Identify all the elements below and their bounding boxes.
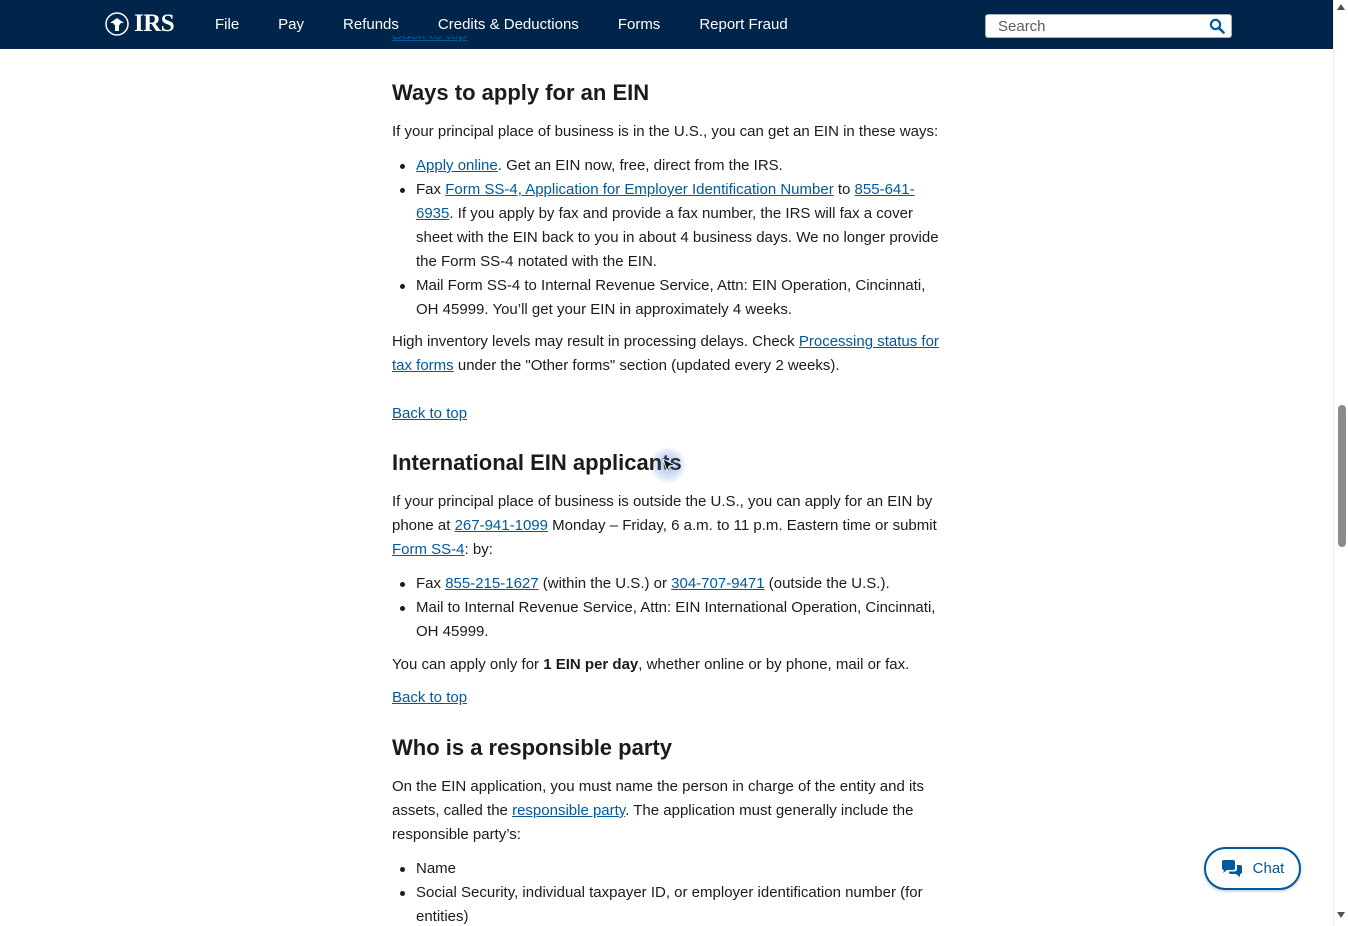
search-input[interactable] (986, 15, 1206, 37)
international-list: Fax 855-215-1627 (within the U.S.) or 30… (392, 572, 940, 644)
international-intro: If your principal place of business is o… (392, 490, 940, 562)
limit-text: You can apply only for (392, 656, 544, 673)
ways-intro: If your principal place of business is i… (392, 123, 939, 140)
main-nav: File Pay Refunds Credits & Deductions Fo… (215, 0, 827, 49)
heading-ways-to-apply: Ways to apply for an EIN (392, 80, 650, 105)
scroll-thumb[interactable] (1338, 405, 1346, 547)
eagle-icon (105, 12, 129, 36)
heading-responsible-party: Who is a responsible party (392, 735, 672, 760)
list-item: Mail Form SS-4 to Internal Revenue Servi… (392, 274, 940, 322)
delay-text: High inventory levels may result in proc… (392, 333, 799, 350)
form-ss4-link-international[interactable]: Form SS-4 (392, 541, 465, 558)
limit-text: , whether online or by phone, mail or fa… (638, 656, 910, 673)
nav-pay[interactable]: Pay (278, 16, 304, 33)
list-item-text: . If you apply by fax and provide a fax … (416, 205, 939, 270)
delay-text: under the "Other forms" section (updated… (453, 357, 840, 374)
scroll-down-arrow-icon[interactable] (1337, 912, 1345, 918)
nav-forms[interactable]: Forms (618, 16, 661, 33)
back-to-top-link[interactable]: Back to top (392, 686, 467, 710)
list-item: Name (392, 857, 940, 881)
responsible-party-link[interactable]: responsible party (512, 802, 625, 819)
chat-button[interactable]: Chat (1204, 847, 1301, 890)
nav-refunds[interactable]: Refunds (343, 16, 399, 33)
search-box (985, 14, 1232, 38)
logo-text: IRS (134, 10, 175, 37)
heading-international-applicants: International EIN applicants (392, 450, 682, 475)
apply-online-link[interactable]: Apply online (416, 157, 498, 174)
list-item-text: . Get an EIN now, free, direct from the … (497, 157, 783, 174)
list-item-text: Mail to Internal Revenue Service, Attn: … (416, 599, 936, 640)
mouse-cursor-icon (662, 458, 676, 472)
page-scrollbar[interactable] (1333, 0, 1348, 926)
scroll-up-arrow-icon[interactable] (1337, 4, 1345, 10)
search-icon[interactable] (1209, 18, 1225, 34)
ways-list: Apply online. Get an EIN now, free, dire… (392, 154, 940, 322)
list-item: Fax Form SS-4, Application for Employer … (392, 178, 940, 274)
list-item: Mail to Internal Revenue Service, Attn: … (392, 596, 940, 644)
list-item-text: to (833, 181, 855, 198)
list-item-text: (within the U.S.) or (538, 575, 672, 592)
list-item-text: Mail Form SS-4 to Internal Revenue Servi… (416, 277, 926, 318)
responsible-list: Name Social Security, individual taxpaye… (392, 857, 940, 926)
nav-credits-deductions[interactable]: Credits & Deductions (438, 16, 579, 33)
irs-logo[interactable]: IRS (104, 10, 175, 38)
responsible-intro: On the EIN application, you must name th… (392, 775, 940, 847)
limit-bold-text: 1 EIN per day (543, 656, 639, 673)
fax-international-link[interactable]: 304-707-9471 (671, 575, 764, 592)
list-item: Apply online. Get an EIN now, free, dire… (392, 154, 940, 178)
form-ss4-link[interactable]: Form SS-4, Application for Employer Iden… (445, 181, 834, 198)
ein-limit-note: You can apply only for 1 EIN per day, wh… (392, 653, 940, 677)
chat-label: Chat (1252, 860, 1285, 877)
chat-bubbles-icon (1221, 859, 1242, 877)
site-header: IRS File Pay Refunds Credits & Deduction… (0, 0, 1333, 49)
fax-domestic-link[interactable]: 855-215-1627 (445, 575, 538, 592)
back-to-top-link-previous[interactable]: Back to top (392, 36, 468, 50)
processing-delay-note: High inventory levels may result in proc… (392, 330, 940, 378)
list-item-text: Fax (416, 575, 446, 592)
list-item-text: (outside the U.S.). (764, 575, 890, 592)
intro-text: : by: (464, 541, 493, 558)
list-item-text: Fax (416, 181, 446, 198)
list-item: Fax 855-215-1627 (within the U.S.) or 30… (392, 572, 940, 596)
international-phone-link[interactable]: 267-941-1099 (455, 517, 548, 534)
list-item: Social Security, individual taxpayer ID,… (392, 881, 940, 926)
back-to-top-link[interactable]: Back to top (392, 402, 467, 426)
nav-file[interactable]: File (215, 16, 239, 33)
nav-report-fraud[interactable]: Report Fraud (699, 16, 787, 33)
intro-text: Monday – Friday, 6 a.m. to 11 p.m. Easte… (547, 517, 937, 534)
